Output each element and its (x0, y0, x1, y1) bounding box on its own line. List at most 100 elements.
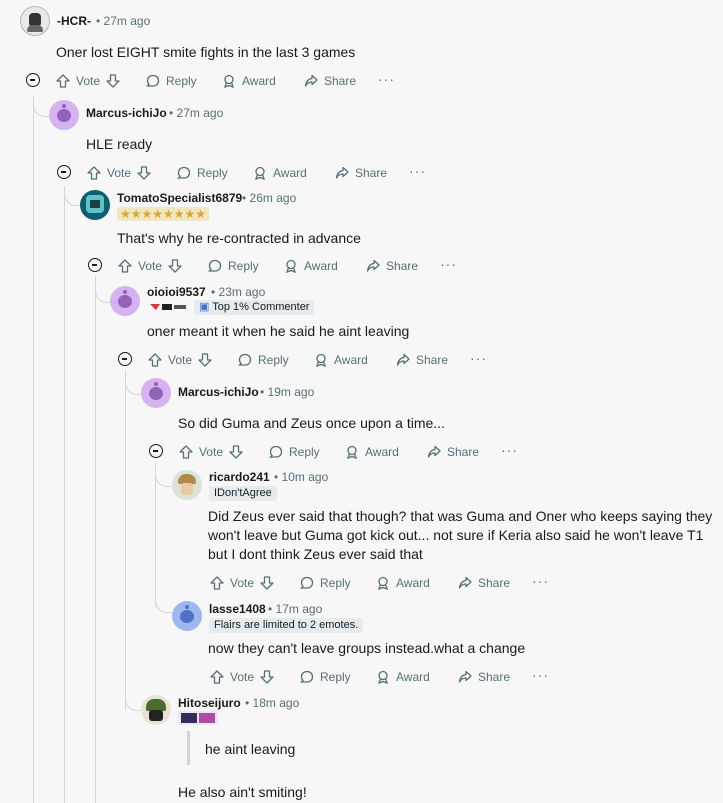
share-button[interactable]: Share (366, 256, 418, 276)
comment-timestamp[interactable]: • 17m ago (268, 602, 322, 616)
thread-line[interactable] (95, 276, 96, 803)
award-icon (315, 353, 327, 367)
share-button[interactable]: Share (458, 667, 510, 687)
collapse-thread-button[interactable] (118, 352, 132, 366)
thread-connector (125, 370, 142, 711)
award-button[interactable]: Award (222, 71, 276, 91)
reply-button[interactable]: Reply (300, 573, 351, 593)
comment-body: He also ain't smiting! (178, 784, 307, 800)
share-button[interactable]: Share (396, 350, 448, 370)
comment-time[interactable]: 18m ago (253, 696, 300, 710)
upvote-icon[interactable] (87, 166, 101, 180)
comment-username[interactable]: lasse1408 (209, 602, 266, 616)
vote-button[interactable]: Vote (148, 350, 212, 370)
comment-username[interactable]: TomatoSpecialist6879 (117, 191, 242, 205)
upvote-icon[interactable] (148, 353, 162, 367)
reply-button[interactable]: Reply (208, 256, 259, 276)
character-avatar-icon[interactable] (172, 470, 202, 500)
award-button[interactable]: Award (253, 163, 307, 183)
share-button[interactable]: Share (304, 71, 356, 91)
comment-time[interactable]: 27m ago (104, 14, 151, 28)
downvote-icon[interactable] (198, 353, 212, 367)
downvote-icon[interactable] (106, 74, 120, 88)
vote-button[interactable]: Vote (210, 573, 274, 593)
more-options-button[interactable]: ··· (532, 667, 549, 683)
collapse-thread-button[interactable] (88, 258, 102, 272)
downvote-icon[interactable] (260, 576, 274, 590)
thread-line[interactable] (64, 186, 65, 803)
award-button[interactable]: Award (345, 442, 399, 462)
downvote-icon[interactable] (260, 670, 274, 684)
vote-button[interactable]: Vote (56, 71, 120, 91)
more-options-button[interactable]: ··· (409, 163, 426, 179)
character-avatar-icon[interactable] (141, 695, 171, 725)
award-button[interactable]: Award (284, 256, 338, 276)
comment-time[interactable]: 10m ago (282, 470, 329, 484)
comment-username[interactable]: oioioi9537 (147, 285, 206, 299)
comment-actions: Vote Reply Award Share ··· (180, 667, 560, 687)
more-options-button[interactable]: ··· (440, 256, 457, 272)
more-options-button[interactable]: ··· (501, 442, 518, 458)
comment-timestamp[interactable]: • 23m ago (211, 285, 265, 299)
share-button[interactable]: Share (427, 442, 479, 462)
snoo-avatar-icon[interactable] (141, 378, 171, 408)
snoo-avatar-icon[interactable] (49, 100, 79, 130)
share-label: Share (386, 259, 419, 273)
thread-line[interactable] (33, 95, 34, 803)
comment-username[interactable]: -HCR- (57, 14, 91, 28)
vote-button[interactable]: Vote (210, 667, 274, 687)
comment-time[interactable]: 26m ago (250, 191, 297, 205)
vote-button[interactable]: Vote (87, 163, 151, 183)
comment-time[interactable]: 27m ago (177, 106, 224, 120)
more-options-button[interactable]: ··· (470, 350, 487, 366)
comment-timestamp[interactable]: • 19m ago (260, 385, 314, 399)
comment-timestamp[interactable]: • 26m ago (242, 191, 296, 205)
upvote-icon[interactable] (118, 259, 132, 273)
downvote-icon[interactable] (168, 259, 182, 273)
award-button[interactable]: Award (314, 350, 368, 370)
comment-time[interactable]: 23m ago (219, 285, 266, 299)
more-options-button[interactable]: ··· (378, 71, 395, 87)
vote-button[interactable]: Vote (179, 442, 243, 462)
comment-timestamp[interactable]: • 27m ago (169, 106, 223, 120)
comment-username[interactable]: Marcus-ichiJo (178, 385, 259, 399)
comment-timestamp[interactable]: • 18m ago (245, 696, 299, 710)
upvote-icon[interactable] (210, 670, 224, 684)
vote-button[interactable]: Vote (118, 256, 182, 276)
share-button[interactable]: Share (458, 573, 510, 593)
comment-actions: Vote Reply Award Share ··· (149, 442, 529, 462)
reply-label: Reply (320, 576, 351, 590)
comment-timestamp[interactable]: • 27m ago (96, 14, 150, 28)
comment-time[interactable]: 19m ago (268, 385, 315, 399)
award-button[interactable]: Award (376, 573, 430, 593)
comment-bubble-icon (269, 445, 283, 458)
collapse-thread-button[interactable] (26, 73, 40, 87)
comment-time[interactable]: 17m ago (276, 602, 323, 616)
comment-timestamp[interactable]: • 10m ago (274, 470, 328, 484)
upvote-icon[interactable] (56, 74, 70, 88)
snoo-avatar-icon[interactable] (110, 286, 140, 316)
collapse-thread-button[interactable] (149, 444, 163, 458)
reply-button[interactable]: Reply (177, 163, 228, 183)
snoo-avatar-icon[interactable] (172, 601, 202, 631)
reply-button[interactable]: Reply (238, 350, 289, 370)
award-button[interactable]: Award (376, 667, 430, 687)
upvote-icon[interactable] (179, 445, 193, 459)
share-button[interactable]: Share (335, 163, 387, 183)
sketch-avatar-icon[interactable] (20, 6, 50, 36)
reply-button[interactable]: Reply (146, 71, 197, 91)
comment-bubble-icon (146, 74, 160, 87)
reply-button[interactable]: Reply (269, 442, 320, 462)
comment-username[interactable]: Marcus-ichiJo (86, 106, 167, 120)
downvote-icon[interactable] (137, 166, 151, 180)
vote-label: Vote (230, 670, 255, 684)
pixel-avatar-icon[interactable] (80, 190, 110, 220)
downvote-icon[interactable] (229, 445, 243, 459)
more-options-button[interactable]: ··· (532, 573, 549, 589)
collapse-thread-button[interactable] (57, 165, 71, 179)
comment-username[interactable]: Hitoseijuro (178, 696, 241, 710)
comment-body: HLE ready (86, 136, 153, 152)
reply-button[interactable]: Reply (300, 667, 351, 687)
upvote-icon[interactable] (210, 576, 224, 590)
comment-username[interactable]: ricardo241 (209, 470, 270, 484)
